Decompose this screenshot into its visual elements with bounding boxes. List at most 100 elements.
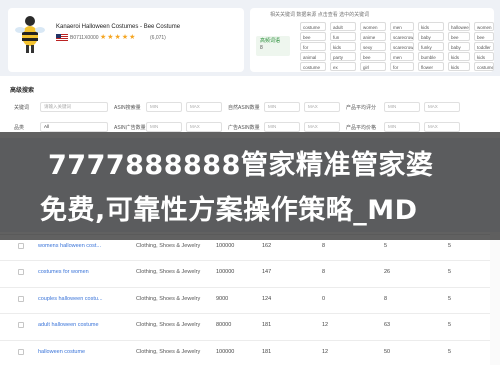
table-row-divider [0,313,500,314]
field-label-asin-ads: ASIN广告数量 [114,125,146,131]
table-cell-keyword[interactable]: costumes for women [38,269,89,275]
field-label-category: 品类 [14,125,25,131]
keyword-chip[interactable]: kids [330,42,356,51]
keyword-panel-header: 相关关键词 数据来源 点击查看 选中的关键词 [270,12,370,18]
table-cell-c6: 8 [384,296,388,302]
keyword-chip[interactable]: anime [360,32,386,41]
field-label-keyword: 关键词 [14,105,30,111]
table-cell-category: Clothing, Shoes & Jewelry [136,296,201,302]
avg-price-max[interactable]: MAX [424,122,460,132]
field-label-natural-asin: 自然ASIN数量 [228,105,260,111]
avg-rating-min[interactable]: MIN [384,102,420,112]
product-title[interactable]: Kanaeroi Halloween Costumes - Bee Costum… [56,24,180,30]
table-row-divider [0,287,500,288]
keyword-chip[interactable]: kids [448,52,470,61]
row-checkbox[interactable] [18,296,24,302]
keyword-chip[interactable]: bee [360,52,386,61]
table-cell-c4: 181 [262,322,272,328]
keyword-chip[interactable]: halloween [448,22,470,31]
table-cell-keyword[interactable]: womens halloween cost... [38,243,101,249]
keyword-chip[interactable]: flower [418,62,444,71]
keyword-chip[interactable]: women [474,22,494,31]
table-cell-c5: 8 [322,269,326,275]
keyword-chip[interactable]: fun [330,32,356,41]
table-cell-c5: 0 [322,296,326,302]
badge-label: 高频词语 [260,38,281,44]
row-checkbox[interactable] [18,349,24,355]
asin-volume-max[interactable]: MAX [186,102,222,112]
table-cell-c7: 5 [448,322,452,328]
row-checkbox[interactable] [18,269,24,275]
keyword-chip[interactable]: bee [300,32,326,41]
badge-value: 8 [260,45,263,51]
keyword-chip[interactable]: kids [474,52,494,61]
avg-price-min[interactable]: MIN [384,122,420,132]
table-cell-c6: 26 [384,269,391,275]
keyword-chip[interactable]: girl [360,62,386,71]
keyword-chip[interactable]: party [330,52,356,61]
table-cell-c5: 12 [322,322,329,328]
keyword-chip[interactable]: men [390,22,414,31]
keyword-chip[interactable]: baby [448,42,470,51]
keyword-chip[interactable]: scarecrow [390,32,414,41]
keyword-chip[interactable]: bee [448,32,470,41]
keyword-chip[interactable]: animal [300,52,326,61]
keyword-chip[interactable]: adult [330,22,356,31]
keyword-chip[interactable]: funky [418,42,444,51]
table-cell-volume: 80000 [216,322,232,328]
keyword-chip[interactable]: men [390,52,414,61]
keyword-chip[interactable]: scarecrow [390,42,414,51]
ad-asin-min[interactable]: MIN [264,122,300,132]
keyword-chip[interactable]: baby [418,32,444,41]
category-select[interactable]: All [40,122,108,132]
keyword-chip[interactable]: bee [474,32,494,41]
table-cell-c4: 181 [262,349,272,355]
row-checkbox[interactable] [18,322,24,328]
keyword-chip[interactable]: for [390,62,414,71]
table-cell-c4: 124 [262,296,272,302]
table-cell-keyword[interactable]: halloween costume [38,349,85,355]
table-cell-keyword[interactable]: adult halloween costume [38,322,99,328]
table-cell-c6: 50 [384,349,391,355]
table-cell-c7: 5 [448,349,452,355]
product-asin[interactable]: B0711X0000 [70,35,99,41]
table-cell-category: Clothing, Shoes & Jewelry [136,243,201,249]
keyword-chip[interactable]: costume [474,62,494,71]
keyword-chip[interactable]: ex [330,62,356,71]
keyword-chip[interactable]: women [360,22,386,31]
field-label-avg-price: 产品平均价格 [346,125,377,131]
table-cell-volume: 100000 [216,269,235,275]
ad-asin-max[interactable]: MAX [304,122,340,132]
asin-ads-max[interactable]: MAX [186,122,222,132]
table-cell-volume: 100000 [216,243,235,249]
keyword-chip[interactable]: for [300,42,326,51]
table-cell-keyword[interactable]: couples halloween costu... [38,296,103,302]
table-cell-c7: 5 [448,269,452,275]
table-row-divider [0,340,500,341]
keyword-chip[interactable]: kids [418,22,444,31]
table-cell-c4: 147 [262,269,272,275]
table-cell-c7: 5 [448,296,452,302]
avg-rating-max[interactable]: MAX [424,102,460,112]
bee-costume-image [15,16,45,53]
keyword-chip[interactable]: toddler [474,42,494,51]
keyword-chip[interactable]: bumble [418,52,444,61]
asin-ads-min[interactable]: MIN [146,122,182,132]
banner-headline-line-2: 免费,可靠性方案操作策略_MD [40,195,418,226]
field-label-avg-rating: 产品平均评分 [346,105,377,111]
table-cell-category: Clothing, Shoes & Jewelry [136,269,201,275]
advanced-search-title: 高级搜索 [10,88,35,94]
keyword-input[interactable]: 请输入关键词 [40,102,108,112]
table-scroll-edge [490,232,500,365]
keyword-chip[interactable]: costume [300,62,326,71]
table-cell-c7: 5 [448,243,452,249]
table-cell-volume: 9000 [216,296,229,302]
natural-asin-min[interactable]: MIN [264,102,300,112]
banner-headline-line-1: 7777888888管家精准管家婆 [48,150,434,181]
keyword-chip[interactable]: costume [300,22,326,31]
natural-asin-max[interactable]: MAX [304,102,340,112]
keyword-chip[interactable]: kids [448,62,470,71]
row-checkbox[interactable] [18,243,24,249]
keyword-chip[interactable]: sexy [360,42,386,51]
asin-volume-min[interactable]: MIN [146,102,182,112]
